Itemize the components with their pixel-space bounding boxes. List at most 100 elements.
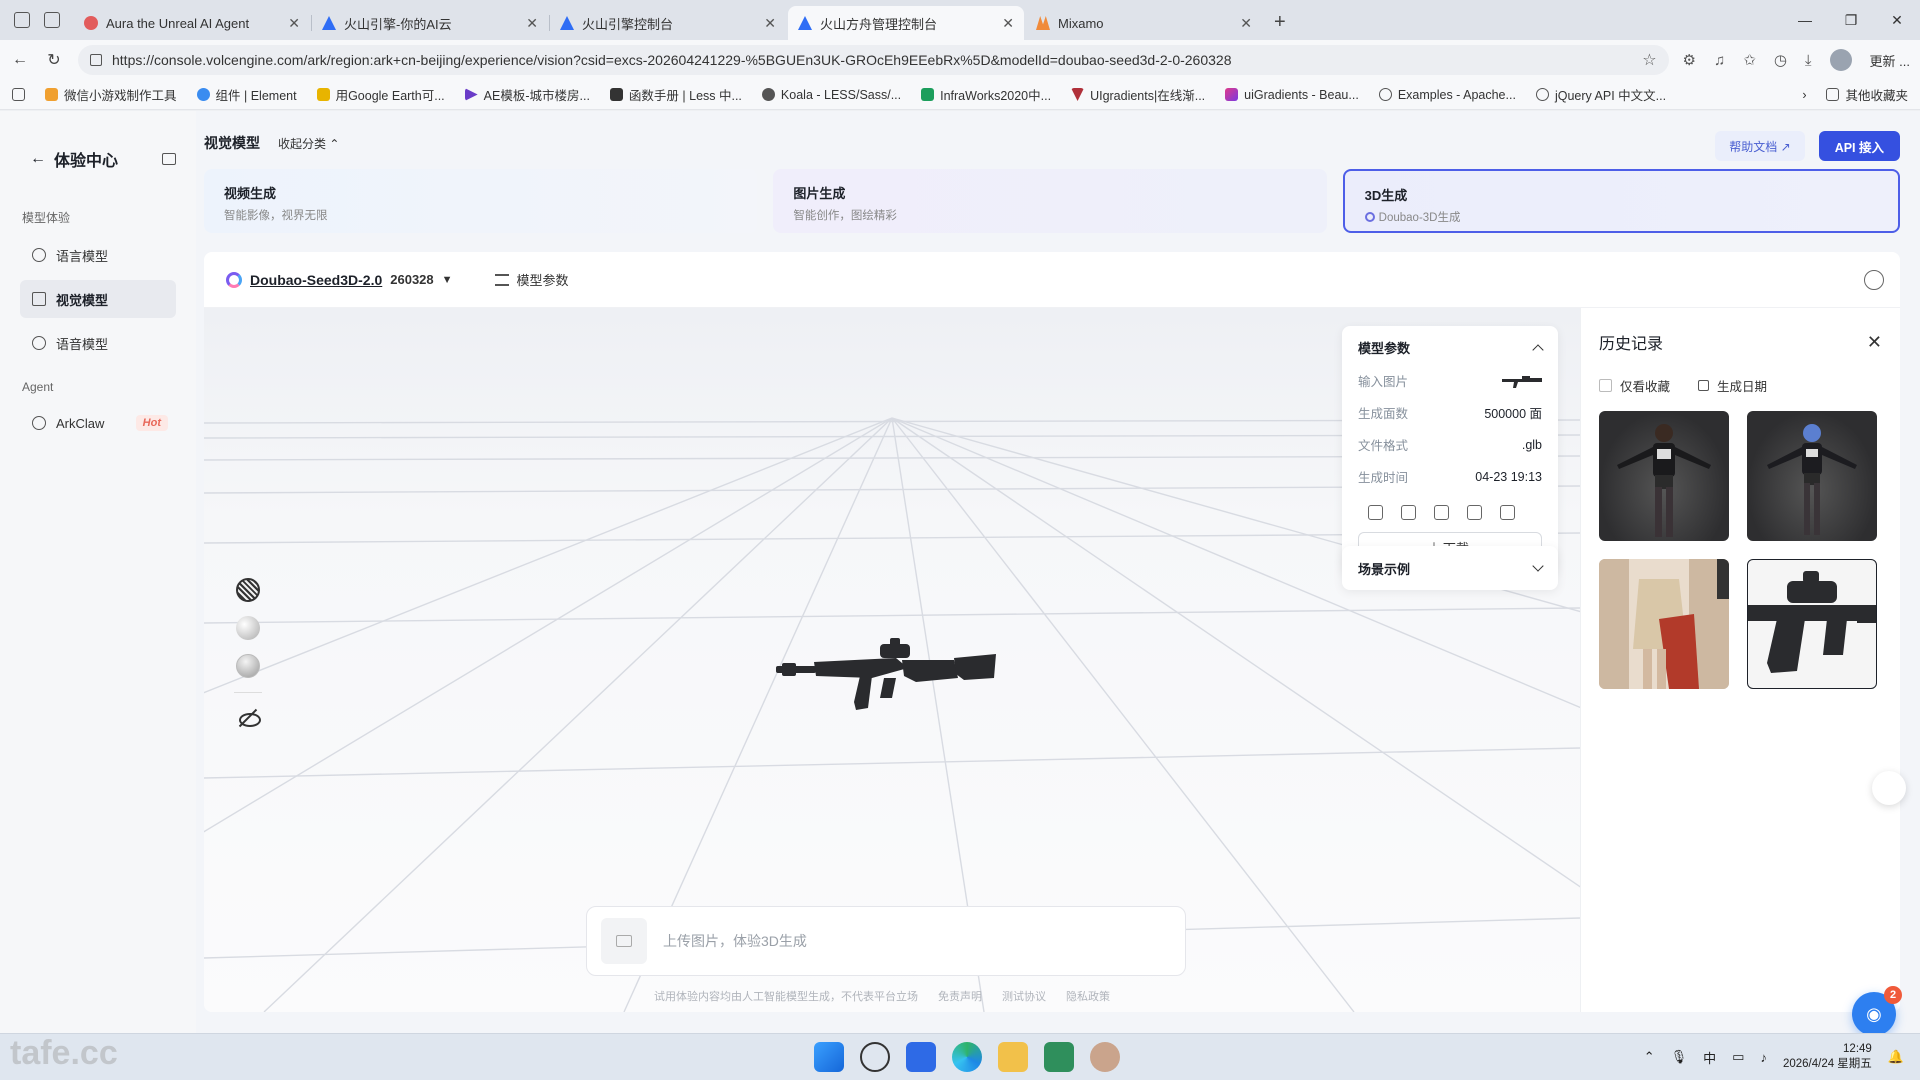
history-thumb[interactable] xyxy=(1747,411,1877,541)
test-agreement-link[interactable]: 测试协议 xyxy=(1002,988,1046,1004)
back-icon[interactable]: ← xyxy=(10,51,30,69)
chevron-down-icon[interactable]: ▼ xyxy=(442,274,453,286)
bookmark-item[interactable]: 微信小游戏制作工具 xyxy=(45,85,177,104)
thumbs-up-icon[interactable] xyxy=(1368,505,1383,520)
bookmark-item[interactable]: 组件 | Element xyxy=(196,85,297,104)
minimize-icon[interactable]: — xyxy=(1782,12,1828,28)
refresh-icon[interactable]: ↻ xyxy=(44,50,64,70)
history-clock-icon[interactable] xyxy=(1864,270,1884,290)
date-filter[interactable]: 生成日期 xyxy=(1698,376,1767,395)
params-panel-header[interactable]: 模型参数 xyxy=(1358,338,1544,357)
other-bookmarks-folder[interactable]: 其他收藏夹 xyxy=(1826,85,1908,104)
close-tab-icon[interactable]: ✕ xyxy=(288,15,300,32)
privacy-policy-link[interactable]: 隐私政策 xyxy=(1066,988,1110,1004)
chevron-up-icon[interactable]: ⌃ xyxy=(1644,1049,1655,1065)
collapse-categories-button[interactable]: 收起分类 ⌃ xyxy=(278,135,339,152)
category-card-image[interactable]: 图片生成 智能创作，图绘精彩 xyxy=(773,169,1327,233)
reading-icon[interactable]: ♫ xyxy=(1714,52,1725,69)
favorites-icon[interactable]: ✩ xyxy=(1743,51,1756,69)
hide-grid-icon[interactable] xyxy=(237,707,261,729)
bookmark-item[interactable]: jQuery API 中文文... xyxy=(1535,85,1666,104)
bookmark-item[interactable]: 用Google Earth可... xyxy=(316,85,445,104)
new-tab-button[interactable]: + xyxy=(1274,6,1286,40)
edit-icon[interactable] xyxy=(1500,505,1515,520)
3d-model-rifle[interactable] xyxy=(776,638,996,718)
browser-tab-2[interactable]: 火山引擎-你的AI云 ✕ xyxy=(312,6,550,40)
close-tab-icon[interactable]: ✕ xyxy=(1240,15,1252,32)
support-button[interactable]: ◉ 2 xyxy=(1852,986,1902,1036)
browser-tab-4-active[interactable]: 火山方舟管理控制台 ✕ xyxy=(788,6,1024,40)
textured-material-icon[interactable] xyxy=(236,654,260,678)
browser-tab-5[interactable]: Mixamo ✕ xyxy=(1026,6,1262,40)
history-icon[interactable]: ◷ xyxy=(1774,51,1787,69)
clay-material-icon[interactable] xyxy=(236,616,260,640)
notepad-icon[interactable] xyxy=(1044,1042,1074,1072)
start-button[interactable] xyxy=(814,1042,844,1072)
browser-tab-1[interactable]: Aura the Unreal AI Agent ✕ xyxy=(74,6,312,40)
favorite-star-icon[interactable] xyxy=(1467,505,1482,520)
taskbar-app-icon[interactable] xyxy=(906,1042,936,1072)
thumbs-down-icon[interactable] xyxy=(1401,505,1416,520)
tab-actions-icon[interactable] xyxy=(44,12,60,28)
bookmark-item[interactable]: 函数手册 | Less 中... xyxy=(609,85,742,104)
collapse-sidebar-icon[interactable] xyxy=(162,153,176,165)
clock[interactable]: 12:49 2026/4/24 星期五 xyxy=(1783,1042,1872,1072)
sidebar-item-vision-model[interactable]: 视觉模型 xyxy=(20,280,176,318)
restore-icon[interactable]: ❐ xyxy=(1828,12,1874,29)
sidebar-item-arkclaw[interactable]: ArkClaw Hot xyxy=(20,404,176,442)
back-arrow-icon[interactable]: ← xyxy=(30,150,46,168)
close-tab-icon[interactable]: ✕ xyxy=(764,15,776,32)
microphone-icon[interactable]: 🎙 xyxy=(1671,1049,1688,1065)
history-thumb-selected[interactable] xyxy=(1747,559,1877,689)
category-card-video[interactable]: 视频生成 智能影像，视界无限 xyxy=(204,169,758,233)
volume-icon[interactable]: ♪ xyxy=(1760,1050,1767,1065)
bookmark-item[interactable]: InfraWorks2020中... xyxy=(921,85,1051,104)
notification-bell-icon[interactable]: 🔔 xyxy=(1888,1049,1904,1065)
edge-browser-icon[interactable] xyxy=(952,1042,982,1072)
bookmark-item[interactable]: Examples - Apache... xyxy=(1378,88,1516,102)
scene-examples-panel[interactable]: 场景示例 xyxy=(1342,546,1558,590)
favorite-star-icon[interactable]: ☆ xyxy=(1642,50,1656,70)
close-window-icon[interactable]: ✕ xyxy=(1874,12,1920,29)
search-icon[interactable] xyxy=(860,1042,890,1072)
avatar-app-icon[interactable] xyxy=(1090,1042,1120,1072)
category-card-3d[interactable]: 3D生成 Doubao-3D生成 xyxy=(1342,169,1900,233)
chevron-up-icon[interactable] xyxy=(1532,343,1544,356)
3d-viewport[interactable]: 上传图片，体验3D生成 试用体验内容均由人工智能模型生成，不代表平台立场 免责声… xyxy=(204,308,1580,1012)
close-tab-icon[interactable]: ✕ xyxy=(526,15,538,32)
disclaimer-link[interactable]: 免责声明 xyxy=(938,988,982,1004)
model-selector[interactable]: Doubao-Seed3D-2.0 xyxy=(250,272,382,288)
delete-icon[interactable] xyxy=(1434,505,1449,520)
url-field[interactable]: https://console.volcengine.com/ark/regio… xyxy=(78,45,1669,75)
chevron-down-icon[interactable] xyxy=(1532,560,1544,572)
help-docs-button[interactable]: 帮助文档 ↗ xyxy=(1715,131,1805,161)
site-info-icon[interactable] xyxy=(90,54,102,66)
bookmark-item[interactable]: AE模板-城市楼房... xyxy=(464,85,590,104)
favorites-only-checkbox[interactable]: 仅看收藏 xyxy=(1599,376,1670,395)
upload-image-button[interactable] xyxy=(601,918,647,964)
input-image-thumbnail[interactable] xyxy=(1502,374,1542,388)
wireframe-material-icon[interactable] xyxy=(236,578,260,602)
history-thumb[interactable] xyxy=(1599,411,1729,541)
assistant-avatar-button[interactable] xyxy=(1872,771,1906,805)
workspaces-icon[interactable] xyxy=(14,12,30,28)
extensions-icon[interactable]: ⚙ xyxy=(1683,51,1696,69)
upload-prompt-box[interactable]: 上传图片，体验3D生成 xyxy=(586,906,1186,976)
close-tab-icon[interactable]: ✕ xyxy=(1002,15,1014,32)
close-icon[interactable]: ✕ xyxy=(1867,332,1882,353)
file-explorer-icon[interactable] xyxy=(998,1042,1028,1072)
bookmark-reader-icon[interactable] xyxy=(12,88,25,101)
api-access-button[interactable]: API 接入 xyxy=(1818,131,1900,161)
history-thumb[interactable] xyxy=(1599,559,1729,689)
profile-avatar[interactable] xyxy=(1829,49,1852,71)
update-button[interactable]: 更新 ... xyxy=(1870,51,1910,70)
sidebar-item-speech-model[interactable]: 语音模型 xyxy=(20,324,176,362)
bookmark-item[interactable]: uiGradients - Beau... xyxy=(1225,88,1359,102)
more-bookmarks-chevron-icon[interactable]: › xyxy=(1802,88,1806,102)
model-params-button[interactable]: 模型参数 xyxy=(494,270,569,289)
bookmark-item[interactable]: Koala - LESS/Sass/... xyxy=(761,88,901,102)
browser-tab-3[interactable]: 火山引擎控制台 ✕ xyxy=(550,6,786,40)
bookmark-item[interactable]: UIgradients|在线渐... xyxy=(1071,85,1205,104)
ime-indicator[interactable]: 中 xyxy=(1703,1048,1716,1067)
network-icon[interactable]: ▭ xyxy=(1732,1049,1744,1065)
